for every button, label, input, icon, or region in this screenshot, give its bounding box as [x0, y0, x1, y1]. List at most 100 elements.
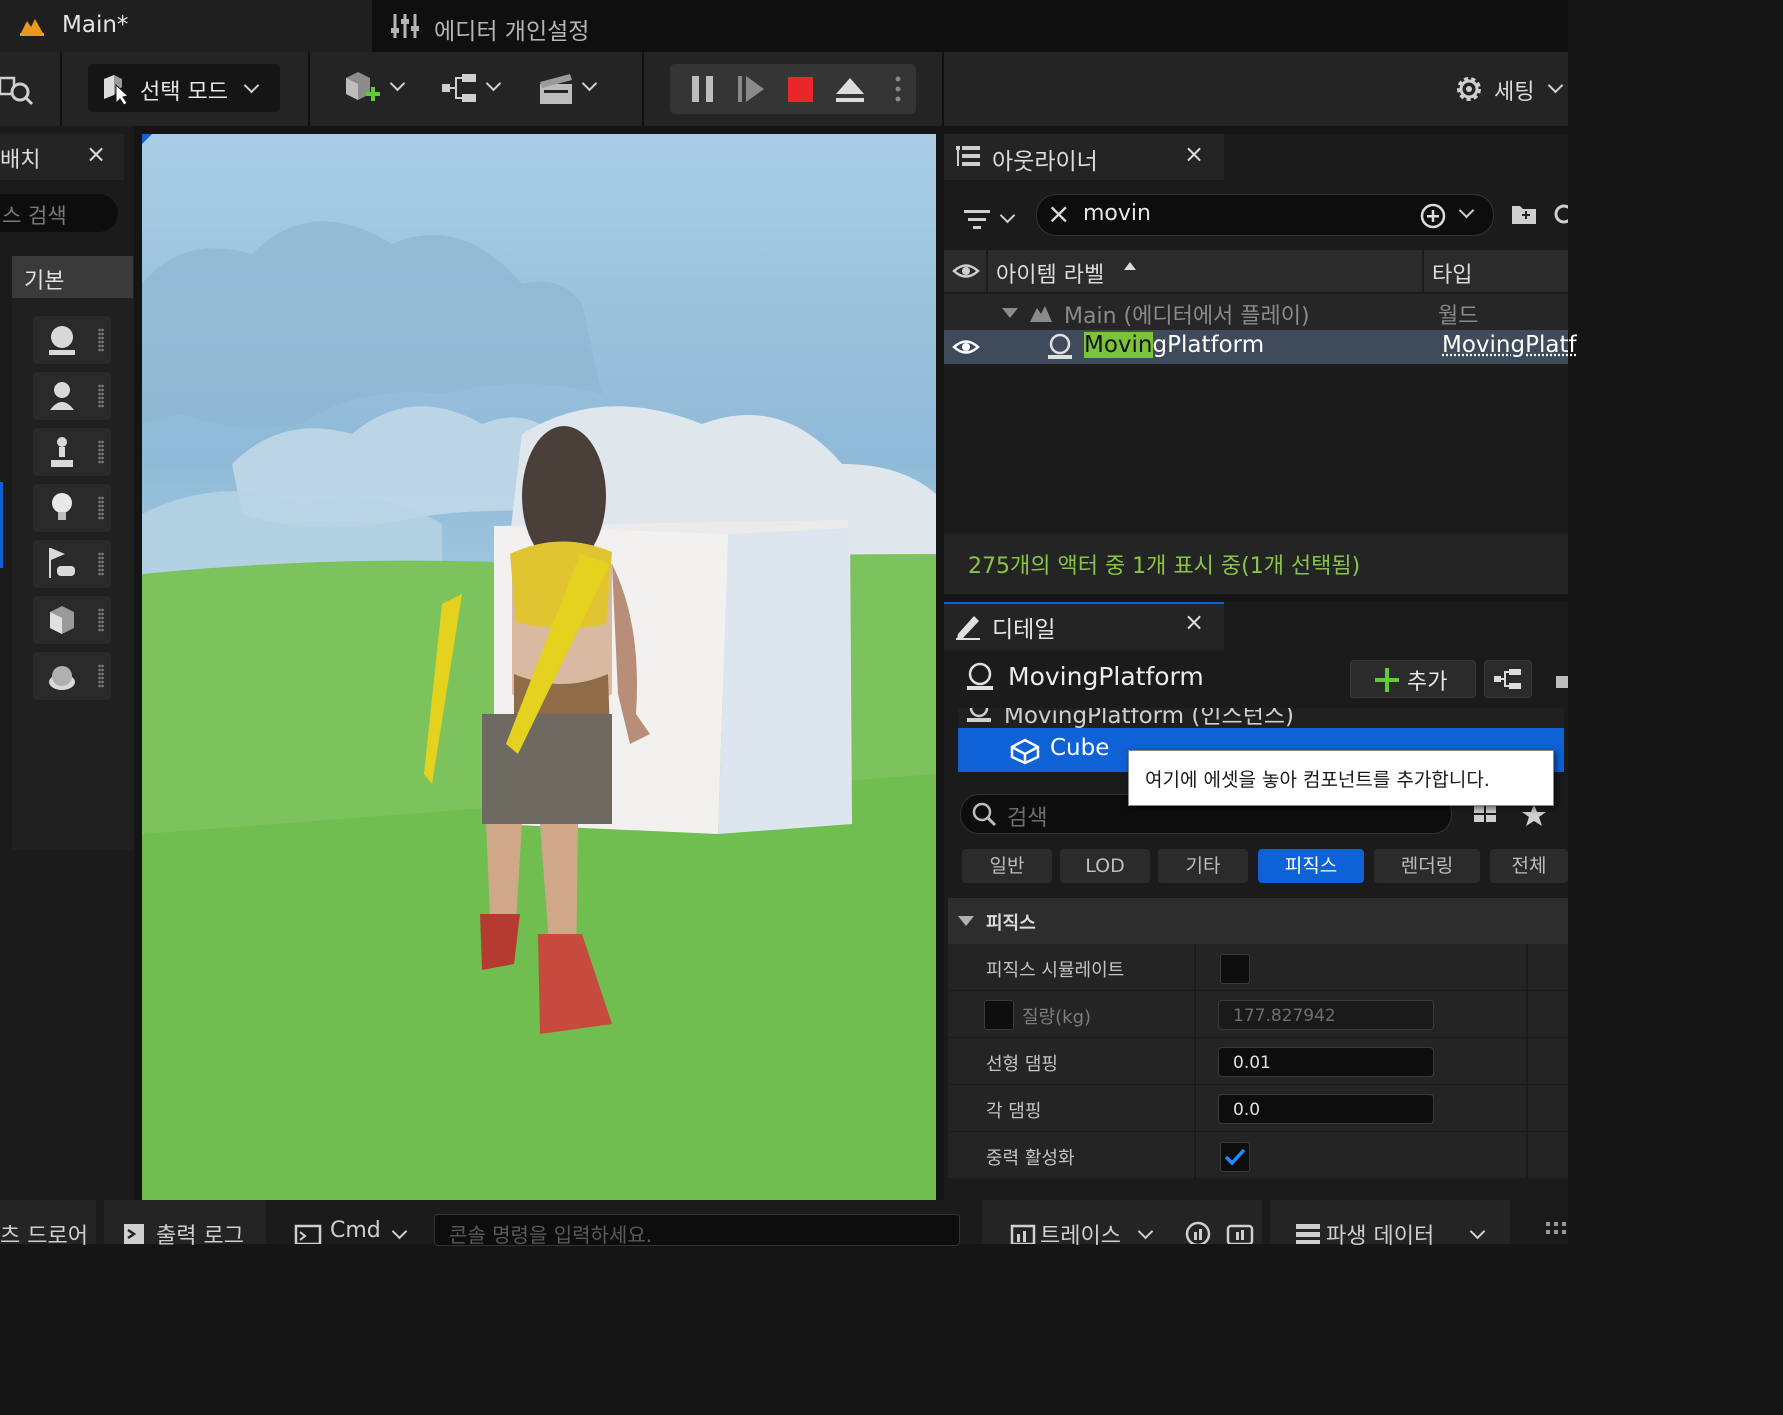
output-log-icon [124, 1224, 144, 1244]
tab-editor-preferences[interactable]: 에디터 개인설정 [372, 0, 672, 52]
place-item-point-light[interactable] [33, 484, 111, 532]
tab-misc[interactable]: 기타 [1158, 849, 1248, 883]
place-item-player-start[interactable] [33, 540, 111, 588]
outliner-search-input[interactable]: × movin [1036, 194, 1494, 236]
place-item-pawn[interactable] [33, 428, 111, 476]
blueprint-button[interactable] [1484, 660, 1532, 698]
drag-handle[interactable] [98, 552, 104, 576]
drag-handle[interactable] [98, 496, 104, 520]
close-icon[interactable]: × [86, 140, 106, 168]
place-item-actor[interactable] [33, 316, 111, 364]
new-folder-icon[interactable] [1510, 200, 1538, 228]
actor-row-type[interactable]: MovingPlatf [1442, 332, 1577, 358]
tooltip-text: 여기에 에셋을 놓아 컴포넌트를 추가합니다. [1145, 769, 1490, 791]
place-item-character[interactable] [33, 372, 111, 420]
level-viewport[interactable] [142, 134, 936, 1200]
drag-handle[interactable] [98, 384, 104, 408]
visibility-eye-icon[interactable] [952, 336, 980, 358]
drag-handle[interactable] [98, 440, 104, 464]
blueprint-icon [1494, 669, 1521, 689]
expand-arrow-icon[interactable] [1002, 308, 1018, 318]
select-mode-dropdown[interactable]: 선택 모드 [88, 64, 280, 112]
mass-override-checkbox[interactable] [984, 1000, 1014, 1030]
select-mode-label: 선택 모드 [140, 80, 228, 105]
content-drawer-button[interactable]: 츠 드로어 [0, 1200, 96, 1249]
search-value: movin [1083, 201, 1151, 226]
settings-label: 세팅 [1494, 80, 1535, 105]
blueprints-button[interactable] [440, 68, 508, 110]
outliner-actor-row[interactable]: MovingPlatform MovingPlatf [944, 330, 1577, 364]
row-divider [1194, 1038, 1196, 1084]
lock-icon[interactable] [1550, 666, 1568, 692]
drag-handle[interactable] [98, 664, 104, 688]
source-control-icon[interactable] [1544, 1220, 1568, 1244]
row-divider [1526, 1038, 1528, 1084]
enable-gravity-checkbox[interactable] [1220, 1142, 1250, 1172]
pause-icon[interactable] [690, 74, 716, 104]
add-component-button[interactable]: 추가 [1350, 660, 1476, 698]
place-item-sphere[interactable] [33, 652, 111, 700]
actor-icon [967, 662, 993, 690]
clapperboard-icon [540, 74, 572, 104]
tab-editor-preferences-label: 에디터 개인설정 [434, 19, 590, 45]
more-options-icon[interactable] [892, 74, 904, 104]
tab-main[interactable]: Main* [0, 0, 372, 52]
tab-rendering[interactable]: 렌더링 [1374, 849, 1480, 883]
chevron-down-icon [485, 75, 502, 92]
add-actor-button[interactable] [342, 68, 410, 110]
add-filter-icon[interactable] [1419, 202, 1447, 230]
place-actors-tab[interactable]: 배치 × [0, 134, 124, 180]
tab-all[interactable]: 전체 [1490, 849, 1568, 883]
cmd-dropdown[interactable]: Cmd [280, 1200, 424, 1244]
chevron-down-icon [1469, 1223, 1486, 1240]
component-root-row[interactable]: MovingPlatform (인스턴스) [958, 708, 1564, 729]
close-icon[interactable]: × [1184, 140, 1204, 168]
physics-section-header[interactable]: 피직스 [948, 898, 1568, 944]
settings-dropdown[interactable]: 세팅 [1452, 70, 1568, 108]
outliner-world-row[interactable]: Main (에디터에서 플레이) 월드 [944, 294, 1568, 330]
drag-handle[interactable] [98, 608, 104, 632]
trace-label[interactable]: 트레이스 [1040, 1218, 1121, 1250]
pencil-icon [956, 616, 980, 640]
place-actors-search-input[interactable]: 스 검색 [0, 194, 118, 232]
visibility-eye-icon[interactable] [952, 260, 980, 282]
clear-search-icon[interactable]: × [1047, 197, 1070, 230]
trace-snapshot-icon[interactable] [1226, 1220, 1254, 1244]
column-type[interactable]: 타입 [1432, 257, 1472, 289]
stop-icon[interactable] [786, 74, 816, 104]
gear-icon[interactable] [1550, 200, 1568, 228]
category-basic[interactable]: 기본 [12, 256, 133, 298]
tab-physics[interactable]: 피직스 [1258, 849, 1364, 883]
chevron-down-icon [581, 75, 598, 92]
outliner-title: 아웃라이너 [992, 149, 1098, 175]
eject-icon[interactable] [834, 74, 866, 104]
column-item-label[interactable]: 아이템 라벨 [996, 257, 1104, 289]
drop-asset-tooltip: 여기에 에셋을 놓아 컴포넌트를 추가합니다. [1128, 750, 1554, 806]
console-command-input[interactable]: 콘솔 명령을 입력하세요. [434, 1214, 960, 1247]
angular-damping-field[interactable]: 0.0 [1218, 1094, 1434, 1124]
simulate-physics-checkbox[interactable] [1220, 954, 1250, 984]
toolbar-separator [60, 52, 62, 126]
filter-dropdown[interactable] [962, 202, 1018, 238]
derived-data-dropdown[interactable]: 파생 데이터 [1270, 1200, 1510, 1249]
trace-controls: 트레이스 [982, 1200, 1262, 1249]
cinematics-button[interactable] [536, 68, 604, 110]
tab-general[interactable]: 일반 [962, 849, 1052, 883]
close-icon[interactable]: × [1184, 608, 1204, 636]
linear-damping-field[interactable]: 0.01 [1218, 1047, 1434, 1077]
drag-handle[interactable] [98, 328, 104, 352]
output-log-button[interactable]: 출력 로그 [104, 1200, 266, 1249]
place-actors-panel: 배치 × 스 검색 기본 [0, 126, 134, 1200]
content-drawer-label: 츠 드로어 [0, 1224, 88, 1249]
collapse-arrow-icon[interactable] [958, 916, 974, 926]
outliner-tab[interactable]: 아웃라이너 × [944, 134, 1224, 180]
frame-skip-icon[interactable] [736, 74, 768, 104]
tab-lod[interactable]: LOD [1060, 849, 1150, 883]
browse-icon[interactable] [0, 74, 34, 108]
status-bar: 츠 드로어 출력 로그 Cmd 콘솔 명령을 입력하세요. 트레이스 파생 데이… [0, 1200, 1568, 1249]
details-tab[interactable]: 디테일 × [944, 602, 1224, 650]
record-trace-icon[interactable] [1184, 1220, 1212, 1244]
filter-icon [964, 210, 990, 229]
search-placeholder: 스 검색 [2, 204, 67, 228]
place-item-cube[interactable] [33, 596, 111, 644]
